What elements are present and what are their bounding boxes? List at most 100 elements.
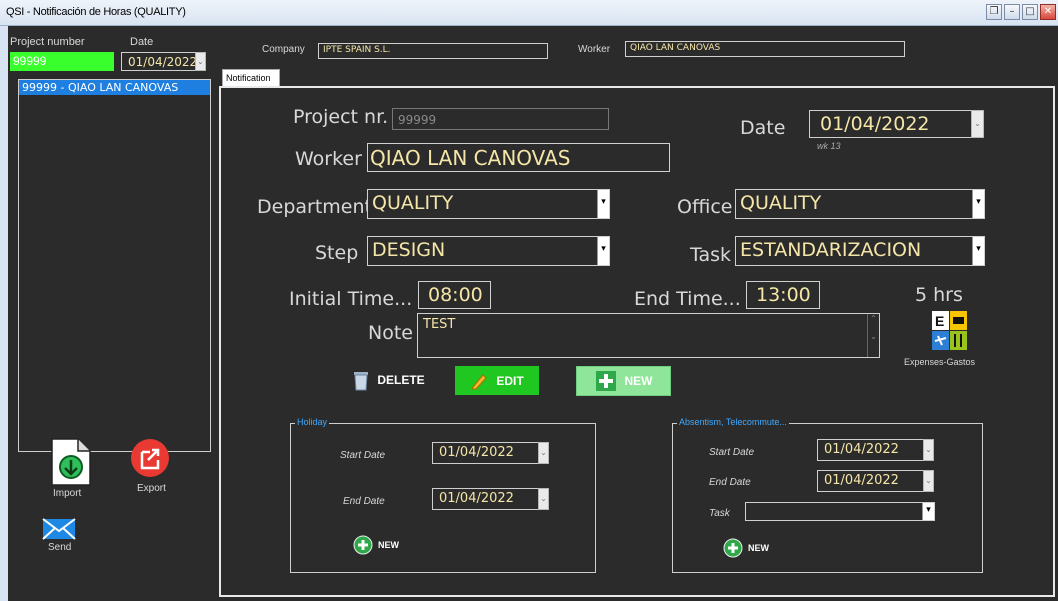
pencil-icon: [471, 373, 488, 389]
list-item[interactable]: 99999 - QIAO LAN CANOVAS: [19, 80, 210, 95]
holiday-end-value: 01/04/2022: [439, 491, 514, 506]
chevron-down-icon[interactable]: ⌄: [195, 52, 206, 71]
absentism-end-label: End Date: [709, 477, 751, 488]
chevron-down-icon[interactable]: ⌄: [971, 110, 984, 138]
note-value: TEST: [423, 317, 456, 332]
window-title: QSI - Notificación de Horas (QUALITY): [6, 6, 186, 18]
export-label: Export: [137, 483, 166, 494]
absentism-end-select[interactable]: 01/04/2022 ⌄: [817, 470, 934, 492]
task-select[interactable]: ESTANDARIZACION ▾: [735, 236, 985, 266]
dropdown-arrow-icon[interactable]: ▾: [972, 190, 984, 218]
end-time-label: End Time...: [634, 288, 741, 310]
department-select[interactable]: QUALITY ▾: [367, 189, 610, 219]
date-label: Date: [130, 36, 154, 48]
holiday-end-select[interactable]: 01/04/2022 ⌄: [432, 488, 549, 510]
chevron-down-icon[interactable]: ⌄: [538, 488, 549, 510]
plus-icon: [595, 371, 616, 391]
form-date-label: Date: [740, 117, 786, 139]
trash-icon: [354, 372, 369, 391]
expenses-icon[interactable]: E: [932, 311, 968, 351]
send-mail-icon[interactable]: [42, 518, 76, 540]
week-number: wk 13: [817, 141, 841, 151]
dropdown-arrow-icon[interactable]: ▾: [922, 503, 934, 520]
worker-header-label: Worker: [578, 44, 611, 55]
new-label: NEW: [624, 374, 653, 388]
company-field[interactable]: IPTE SPAIN S.L.: [318, 43, 548, 59]
send-label: Send: [48, 542, 72, 553]
add-circle-icon: [353, 535, 373, 555]
end-time-field[interactable]: 13:00: [746, 281, 820, 309]
absentism-legend: Absentism, Telecommute...: [677, 417, 789, 427]
step-select[interactable]: DESIGN ▾: [367, 236, 610, 266]
form-date-value: 01/04/2022: [820, 113, 930, 135]
restore-icon[interactable]: ❐: [986, 4, 1002, 20]
initial-time-field[interactable]: 08:00: [418, 281, 491, 309]
holiday-legend: Holiday: [295, 417, 330, 427]
note-textarea[interactable]: TEST ⌃ ⌄: [417, 313, 880, 358]
worker-field[interactable]: QIAO LAN CANOVAS: [367, 143, 670, 172]
chevron-down-icon[interactable]: ⌄: [923, 439, 934, 461]
office-label: Office: [677, 196, 733, 218]
edit-label: EDIT: [496, 373, 524, 388]
task-value: ESTANDARIZACION: [740, 239, 922, 261]
project-list[interactable]: 99999 - QIAO LAN CANOVAS: [18, 79, 211, 452]
close-icon[interactable]: ✕: [1040, 4, 1056, 20]
window-controls: ❐ – □ ✕: [986, 4, 1056, 20]
absentism-new-label: NEW: [748, 543, 769, 553]
absentism-start-label: Start Date: [709, 447, 755, 458]
office-value: QUALITY: [740, 192, 822, 214]
new-button[interactable]: NEW: [576, 366, 671, 396]
delete-label: DELETE: [377, 373, 425, 387]
holiday-start-label: Start Date: [340, 450, 386, 461]
sidebar-date-value: 01/04/2022: [128, 55, 198, 69]
import-label: Import: [53, 488, 82, 499]
company-label: Company: [262, 44, 305, 55]
holiday-start-value: 01/04/2022: [439, 445, 514, 460]
absentism-new-button[interactable]: NEW: [716, 537, 776, 559]
department-label: Department: [257, 196, 372, 218]
step-value: DESIGN: [372, 239, 446, 261]
dropdown-arrow-icon[interactable]: ▾: [597, 237, 609, 265]
note-scrollbar[interactable]: ⌃ ⌄: [867, 314, 879, 357]
project-nr-label: Project nr.: [293, 106, 389, 128]
initial-time-label: Initial Time...: [289, 288, 413, 310]
holiday-new-label: NEW: [378, 540, 399, 550]
import-icon[interactable]: [50, 437, 92, 487]
total-hours: 5 hrs: [915, 284, 963, 306]
delete-button[interactable]: DELETE: [352, 366, 426, 394]
form-date-select[interactable]: 01/04/2022 ⌄: [809, 110, 984, 138]
absentism-task-select[interactable]: ▾: [745, 502, 935, 521]
holiday-start-select[interactable]: 01/04/2022 ⌄: [432, 442, 549, 464]
worker-header-field[interactable]: QIAO LAN CANOVAS: [625, 41, 905, 57]
holiday-end-label: End Date: [343, 496, 385, 507]
note-label: Note: [368, 322, 413, 344]
chevron-down-icon[interactable]: ⌄: [923, 470, 934, 492]
project-number-label: Project number: [10, 36, 85, 48]
absentism-task-label: Task: [709, 508, 730, 519]
maximize-icon[interactable]: □: [1022, 4, 1038, 20]
department-value: QUALITY: [372, 192, 454, 214]
project-number-input[interactable]: 99999: [10, 52, 114, 71]
minimize-icon[interactable]: –: [1004, 4, 1020, 20]
expenses-label: Expenses-Gastos: [904, 357, 976, 367]
chevron-down-icon[interactable]: ⌄: [538, 442, 549, 464]
export-icon[interactable]: [130, 438, 170, 478]
absentism-start-select[interactable]: 01/04/2022 ⌄: [817, 439, 934, 461]
worker-label: Worker: [295, 148, 362, 170]
step-label: Step: [315, 242, 359, 264]
dropdown-arrow-icon[interactable]: ▾: [597, 190, 609, 218]
window-left-border: [0, 26, 8, 601]
absentism-start-value: 01/04/2022: [824, 442, 899, 457]
dropdown-arrow-icon[interactable]: ▾: [972, 237, 984, 265]
absentism-end-value: 01/04/2022: [824, 473, 899, 488]
project-nr-field[interactable]: 99999: [392, 108, 609, 130]
sidebar-date-select[interactable]: 01/04/2022 ⌄: [121, 52, 206, 71]
svg-text:E: E: [935, 313, 944, 329]
tab-notification[interactable]: Notification: [222, 69, 280, 87]
office-select[interactable]: QUALITY ▾: [735, 189, 985, 219]
holiday-new-button[interactable]: NEW: [346, 534, 406, 556]
task-label: Task: [690, 244, 732, 266]
add-circle-icon: [723, 538, 743, 558]
title-bar: QSI - Notificación de Horas (QUALITY) ❐ …: [0, 0, 1058, 26]
edit-button[interactable]: EDIT: [455, 366, 539, 395]
